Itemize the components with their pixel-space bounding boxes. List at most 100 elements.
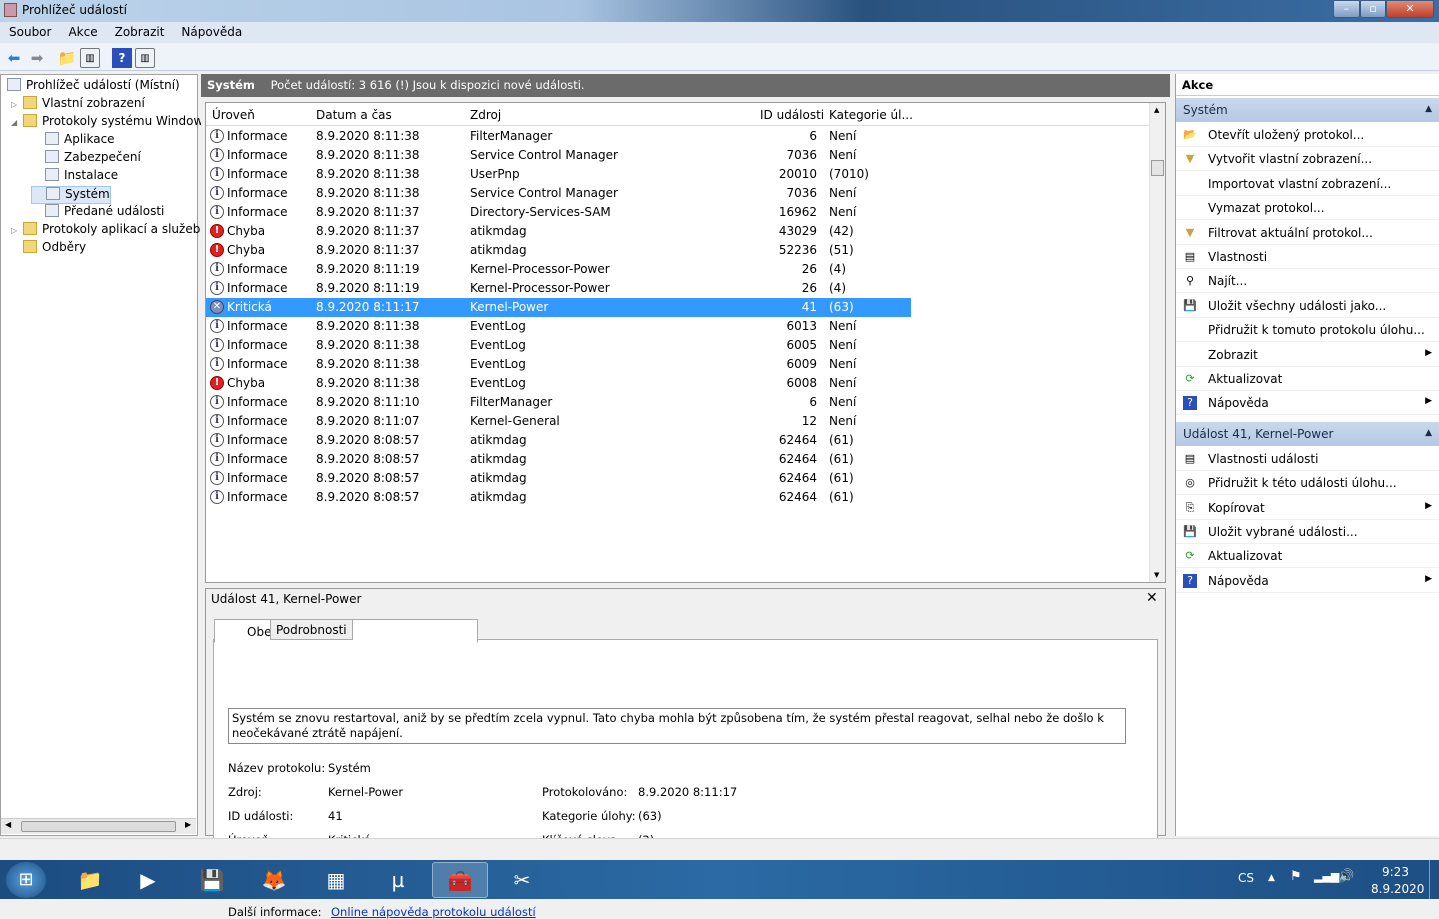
table-row[interactable]: ! Chyba 8.9.2020 8:11:37 atikmdag 52236 (51)	[206, 241, 911, 260]
table-row[interactable]: i Informace 8.9.2020 8:08:57 atikmdag 62464 (…	[206, 469, 911, 488]
action-item[interactable]: ? Nápověda ▶	[1176, 569, 1439, 593]
online-help-link[interactable]: Online nápověda protokolu událostí	[331, 905, 536, 919]
menu-2[interactable]: Zobrazit	[106, 22, 173, 39]
table-vertical-scrollbar[interactable]: ▲ ▼	[1149, 103, 1165, 582]
table-row[interactable]: i Informace 8.9.2020 8:11:38 UserPnp 20010 (7…	[206, 165, 911, 184]
cell-event-id: 20010	[778, 167, 817, 181]
start-button[interactable]: ⊞	[6, 862, 46, 898]
table-row[interactable]: i Informace 8.9.2020 8:11:07 Kernel-General…	[206, 412, 911, 431]
action-item[interactable]: ? Nápověda ▶	[1176, 391, 1439, 416]
close-button[interactable]: ✕	[1386, 0, 1434, 18]
action-item[interactable]: ▼ Vytvořit vlastní zobrazení...	[1176, 147, 1439, 172]
col-task-category[interactable]: Kategorie úl...	[829, 108, 913, 122]
language-indicator[interactable]: CS	[1238, 871, 1254, 885]
action-item[interactable]: Zobrazit ▶	[1176, 343, 1439, 367]
table-row[interactable]: i Informace 8.9.2020 8:08:57 atikmdag 62464 (…	[206, 450, 911, 469]
table-row[interactable]: i Informace 8.9.2020 8:11:38 Service Contro…	[206, 146, 911, 165]
tree-item[interactable]: Předané události	[31, 204, 164, 222]
col-level[interactable]: Úroveň	[212, 108, 255, 122]
media-player-taskbar-icon[interactable]: ▶	[120, 862, 176, 898]
table-row[interactable]: ! Chyba 8.9.2020 8:11:38 EventLog 6008 Není	[206, 374, 911, 393]
minimize-button[interactable]: –	[1333, 0, 1360, 18]
action-item[interactable]: ◎ Přidružit k této události úlohu...	[1176, 471, 1439, 496]
expand-arrow-icon[interactable]: ◢	[11, 118, 23, 127]
table-row[interactable]: i Informace 8.9.2020 8:11:38 Service Contro…	[206, 184, 911, 203]
col-source[interactable]: Zdroj	[470, 108, 501, 122]
col-event-id[interactable]: ID události	[760, 108, 824, 122]
maximize-button[interactable]: ▫	[1360, 0, 1386, 18]
clock-time[interactable]: 9:23	[1382, 865, 1409, 879]
action-item[interactable]: ⟳ Aktualizovat	[1176, 544, 1439, 569]
show-hidden-icons[interactable]: ▲	[1268, 873, 1275, 883]
help-icon[interactable]: ?	[112, 48, 132, 68]
action-item[interactable]: ▤ Vlastnosti události	[1176, 447, 1439, 471]
folder-up-icon[interactable]: 📁	[57, 48, 77, 68]
tree-item[interactable]: Instalace	[31, 168, 118, 186]
table-row[interactable]: i Informace 8.9.2020 8:08:57 atikmdag 62464 (…	[206, 488, 911, 507]
tab-details[interactable]: Podrobnosti	[270, 619, 353, 640]
save-app-taskbar-icon[interactable]: 💾	[184, 862, 240, 898]
event-viewer-taskbar-icon[interactable]: 🧰	[432, 862, 488, 898]
table-row[interactable]: i Informace 8.9.2020 8:11:19 Kernel-Process…	[206, 260, 911, 279]
collapse-icon[interactable]: ▲	[1425, 104, 1432, 114]
tools-taskbar-icon[interactable]: ✂	[494, 862, 550, 898]
table-row[interactable]: ! Chyba 8.9.2020 8:11:37 atikmdag 43029 (42)	[206, 222, 911, 241]
show-hide-tree-icon[interactable]: ▥	[80, 48, 100, 68]
table-row[interactable]: i Informace 8.9.2020 8:08:57 atikmdag 62464 (…	[206, 431, 911, 450]
show-desktop-button[interactable]	[1429, 860, 1439, 899]
actions-section-header[interactable]: Systém ▲	[1176, 98, 1439, 122]
tree-item[interactable]: Zabezpečení	[31, 150, 141, 168]
explorer-taskbar-icon[interactable]: 📁	[62, 862, 118, 898]
tree-item[interactable]: Prohlížeč událostí (Místní)	[7, 78, 180, 96]
action-item[interactable]: 💾 Uložit všechny události jako...	[1176, 294, 1439, 318]
cell-date: 8.9.2020 8:11:38	[316, 167, 420, 181]
network-icon[interactable]: ▂▄▆	[1314, 870, 1339, 883]
tree-item[interactable]: Odběry	[11, 240, 86, 258]
actions-section-header[interactable]: Událost 41, Kernel-Power ▲	[1176, 421, 1439, 446]
table-row[interactable]: ✕ Kritická 8.9.2020 8:11:17 Kernel-Power 41 (…	[206, 298, 911, 317]
firefox-taskbar-icon[interactable]: 🦊	[246, 862, 302, 898]
expand-arrow-icon[interactable]: ▷	[11, 100, 23, 109]
tree-item[interactable]: ▷ Vlastní zobrazení	[11, 96, 145, 114]
table-row[interactable]: i Informace 8.9.2020 8:11:38 EventLog 6013 Ne…	[206, 317, 911, 336]
action-item[interactable]: ⟳ Aktualizovat	[1176, 367, 1439, 391]
col-date[interactable]: Datum a čas	[316, 108, 392, 122]
volume-icon[interactable]: 🔊	[1338, 869, 1354, 884]
clock-date[interactable]: 8.9.2020	[1371, 882, 1424, 896]
back-icon[interactable]: ⬅	[4, 48, 24, 68]
app-taskbar-icon[interactable]: ▦	[308, 862, 364, 898]
action-item[interactable]: Přidružit k tomuto protokolu úlohu...	[1176, 318, 1439, 343]
table-row[interactable]: i Informace 8.9.2020 8:11:19 Kernel-Process…	[206, 279, 911, 298]
action-item[interactable]: 📂 Otevřít uložený protokol...	[1176, 123, 1439, 147]
menu-1[interactable]: Akce	[59, 22, 105, 39]
tree-horizontal-scrollbar[interactable]: ◀ ▶	[1, 818, 196, 834]
table-row[interactable]: i Informace 8.9.2020 8:11:38 EventLog 6009 Ne…	[206, 355, 911, 374]
expand-arrow-icon[interactable]: ▷	[11, 226, 23, 235]
forward-icon[interactable]: ➡	[27, 48, 47, 68]
close-detail-icon[interactable]: ✕	[1146, 590, 1158, 606]
action-item[interactable]: ⎘ Kopírovat ▶	[1176, 496, 1439, 520]
action-center-flag-icon[interactable]: ⚑	[1290, 869, 1302, 884]
table-row[interactable]: i Informace 8.9.2020 8:11:37 Directory-Serv…	[206, 203, 911, 222]
table-row[interactable]: i Informace 8.9.2020 8:11:38 FilterManager 6…	[206, 127, 911, 146]
table-row[interactable]: i Informace 8.9.2020 8:11:10 FilterManager 6…	[206, 393, 911, 412]
action-item[interactable]: Vymazat protokol...	[1176, 196, 1439, 221]
tree-item[interactable]: ▷ Protokoly aplikací a služeb	[11, 222, 200, 240]
tree-item[interactable]: Aplikace	[31, 132, 115, 150]
cell-category: Není	[829, 129, 857, 143]
action-item[interactable]: Importovat vlastní zobrazení...	[1176, 172, 1439, 196]
action-item[interactable]: 💾 Uložit vybrané události...	[1176, 520, 1439, 544]
info-icon: i	[210, 357, 224, 371]
collapse-icon[interactable]: ▲	[1425, 428, 1432, 438]
show-hide-action-pane-icon[interactable]: ▥	[135, 48, 155, 68]
menu-0[interactable]: Soubor	[0, 22, 59, 39]
event-count-summary: Počet událostí: 3 616 (!) Jsou k dispozi…	[270, 78, 585, 92]
table-row[interactable]: i Informace 8.9.2020 8:11:38 EventLog 6005 Ne…	[206, 336, 911, 355]
action-item[interactable]: ⚲ Najít...	[1176, 269, 1439, 294]
tree-item[interactable]: Systém	[31, 186, 111, 204]
tree-item[interactable]: ◢ Protokoly systému Windows	[11, 114, 210, 132]
action-item[interactable]: ▤ Vlastnosti	[1176, 245, 1439, 269]
menu-3[interactable]: Nápověda	[172, 22, 250, 39]
action-item[interactable]: ▼ Filtrovat aktuální protokol...	[1176, 221, 1439, 245]
utorrent-taskbar-icon[interactable]: µ	[370, 862, 426, 898]
